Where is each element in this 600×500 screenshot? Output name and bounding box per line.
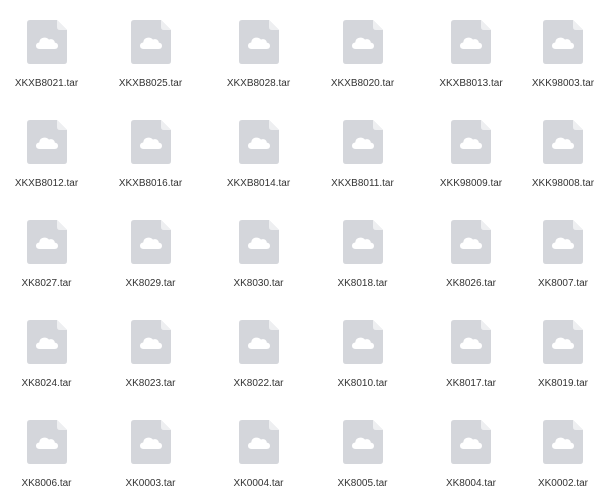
file-name-label: XKXB8025.tar [118, 78, 183, 89]
cloud-file-icon [543, 420, 583, 464]
file-item[interactable]: XK8019.tar [525, 300, 600, 400]
file-item[interactable]: XKK98008.tar [525, 100, 600, 200]
cloud-file-icon [130, 20, 171, 64]
file-name-label: XKXB8021.tar [14, 78, 79, 89]
cloud-file-icon [543, 220, 583, 264]
file-item[interactable]: XKXB8016.tar [92, 100, 209, 200]
file-item[interactable]: XK0002.tar [525, 400, 600, 500]
file-item[interactable]: XK8007.tar [525, 200, 600, 300]
file-item[interactable]: XK8010.tar [308, 300, 417, 400]
file-item[interactable]: XKXB8021.tar [1, 0, 92, 100]
file-item[interactable]: XKXB8011.tar [308, 100, 417, 200]
cloud-file-icon [238, 220, 279, 264]
file-item[interactable]: XK8023.tar [92, 300, 209, 400]
file-item[interactable]: XK8026.tar [417, 200, 525, 300]
file-item[interactable]: XKXB8025.tar [92, 0, 209, 100]
file-item[interactable]: XK8004.tar [417, 400, 525, 500]
file-name-label: XKXB8012.tar [14, 178, 79, 189]
file-name-label: XK8023.tar [125, 378, 176, 389]
cloud-file-icon [451, 420, 491, 464]
file-item[interactable]: XK8024.tar [1, 300, 92, 400]
cloud-file-icon [342, 420, 383, 464]
file-name-label: XK0004.tar [233, 478, 284, 489]
cloud-file-icon [26, 220, 67, 264]
cloud-file-icon [342, 220, 383, 264]
cloud-file-icon [238, 20, 279, 64]
cloud-file-icon [543, 20, 583, 64]
cloud-file-icon [342, 20, 383, 64]
cloud-file-icon [238, 120, 279, 164]
file-item[interactable]: XK8017.tar [417, 300, 525, 400]
file-name-label: XKXB8014.tar [226, 178, 291, 189]
file-item[interactable]: XK0003.tar [92, 400, 209, 500]
cloud-file-icon [451, 220, 491, 264]
file-name-label: XKXB8013.tar [439, 78, 503, 89]
file-name-label: XKXB8020.tar [330, 78, 395, 89]
file-name-label: XK8026.tar [445, 278, 497, 289]
cloud-file-icon [26, 320, 67, 364]
cloud-file-icon [238, 420, 279, 464]
file-item[interactable]: XKK98009.tar [417, 100, 525, 200]
file-name-label: XKK98009.tar [439, 178, 503, 189]
file-name-label: XK0003.tar [125, 478, 176, 489]
file-name-label: XK8024.tar [21, 378, 72, 389]
cloud-file-icon [130, 320, 171, 364]
file-item[interactable]: XK8027.tar [1, 200, 92, 300]
file-name-label: XK8022.tar [233, 378, 284, 389]
file-name-label: XK8018.tar [337, 278, 388, 289]
file-name-label: XK8029.tar [125, 278, 176, 289]
file-item[interactable]: XK8018.tar [308, 200, 417, 300]
file-name-label: XK8004.tar [445, 478, 497, 489]
file-item[interactable]: XKXB8014.tar [209, 100, 308, 200]
cloud-file-icon [543, 320, 583, 364]
file-name-label: XK8005.tar [337, 478, 388, 489]
file-name-label: XK8006.tar [21, 478, 72, 489]
file-name-label: XKK98008.tar [531, 178, 595, 189]
cloud-file-icon [26, 20, 67, 64]
file-item[interactable]: XKXB8020.tar [308, 0, 417, 100]
cloud-file-icon [451, 120, 491, 164]
file-name-label: XKK98003.tar [531, 78, 595, 89]
cloud-file-icon [451, 320, 491, 364]
file-item[interactable]: XKXB8013.tar [417, 0, 525, 100]
file-name-label: XKXB8011.tar [331, 178, 394, 189]
file-grid: XKXB8021.tar XKXB8025.tar XKXB8028.tar X… [0, 0, 600, 489]
file-item[interactable]: XK8029.tar [92, 200, 209, 300]
cloud-file-icon [543, 120, 583, 164]
file-name-label: XK0002.tar [537, 478, 589, 489]
cloud-file-icon [26, 420, 67, 464]
file-name-label: XKXB8016.tar [118, 178, 183, 189]
cloud-file-icon [130, 420, 171, 464]
file-item[interactable]: XKXB8028.tar [209, 0, 308, 100]
cloud-file-icon [26, 120, 67, 164]
file-name-label: XK8017.tar [445, 378, 497, 389]
file-item[interactable]: XK8030.tar [209, 200, 308, 300]
cloud-file-icon [342, 120, 383, 164]
cloud-file-icon [130, 120, 171, 164]
file-name-label: XK8030.tar [233, 278, 284, 289]
file-item[interactable]: XK8022.tar [209, 300, 308, 400]
file-item[interactable]: XKK98003.tar [525, 0, 600, 100]
cloud-file-icon [342, 320, 383, 364]
file-item[interactable]: XK8006.tar [1, 400, 92, 500]
file-name-label: XK8007.tar [537, 278, 589, 289]
file-item[interactable]: XK0004.tar [209, 400, 308, 500]
file-item[interactable]: XK8005.tar [308, 400, 417, 500]
cloud-file-icon [451, 20, 491, 64]
file-name-label: XK8010.tar [337, 378, 388, 389]
cloud-file-icon [238, 320, 279, 364]
file-name-label: XKXB8028.tar [226, 78, 291, 89]
cloud-file-icon [130, 220, 171, 264]
file-name-label: XK8019.tar [537, 378, 589, 389]
file-item[interactable]: XKXB8012.tar [1, 100, 92, 200]
file-name-label: XK8027.tar [21, 278, 72, 289]
